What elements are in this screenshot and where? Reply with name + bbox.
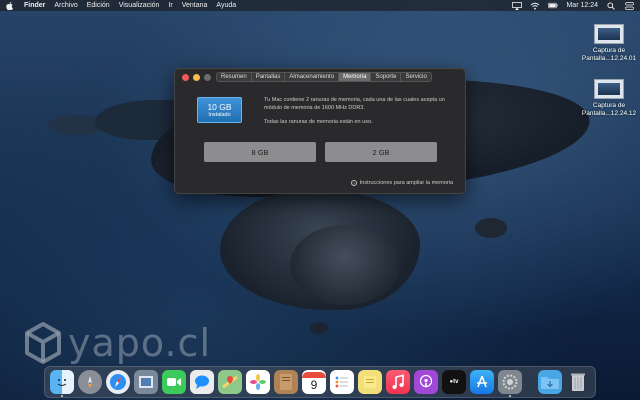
- zoom-window-button[interactable]: [204, 73, 211, 81]
- tab-bar: Resumen Pantallas Almacenamiento Memoria…: [216, 72, 432, 82]
- installed-memory-badge: 10 GB Instalado: [197, 97, 242, 123]
- safari-icon[interactable]: [106, 370, 130, 394]
- close-window-button[interactable]: [182, 73, 189, 81]
- calendar-icon[interactable]: 9: [302, 370, 326, 394]
- menu-archivo[interactable]: Archivo: [54, 2, 77, 9]
- help-icon: ?: [350, 180, 357, 186]
- control-center-icon[interactable]: [624, 1, 634, 10]
- airplay-icon[interactable]: [512, 1, 523, 10]
- system-preferences-icon[interactable]: [498, 370, 522, 397]
- menu-edicion[interactable]: Edición: [87, 2, 110, 9]
- tab-memoria[interactable]: Memoria: [339, 73, 372, 81]
- menu-clock[interactable]: Mar 12:24: [566, 2, 598, 9]
- apple-icon[interactable]: [6, 1, 14, 10]
- tab-servicio[interactable]: Servicio: [401, 73, 430, 81]
- memory-upgrade-link-label: Instrucciones para ampliar la memoria: [359, 180, 453, 186]
- tab-soporte[interactable]: Soporte: [371, 73, 402, 81]
- menu-bar: Finder Archivo Edición Visualización Ir …: [0, 0, 640, 11]
- launchpad-icon[interactable]: [78, 370, 102, 394]
- app-store-icon[interactable]: [470, 370, 494, 394]
- music-icon[interactable]: [386, 370, 410, 394]
- podcasts-icon[interactable]: [414, 370, 438, 394]
- desktop-screenshot-file[interactable]: Captura de Pantalla...12.24.01: [574, 24, 640, 63]
- yapo-cube-logo-icon: [25, 322, 61, 364]
- memory-slots-note: Todas las ranuras de memoria están en us…: [264, 119, 373, 125]
- about-this-mac-window: Resumen Pantallas Almacenamiento Memoria…: [174, 68, 466, 194]
- memory-status: Instalado: [208, 111, 231, 118]
- photos-icon[interactable]: [246, 370, 270, 394]
- calendar-day: 9: [310, 378, 318, 392]
- desktop-file-label: Captura de Pantalla...12.24.01: [581, 47, 637, 62]
- yapo-watermark: yapo.cl: [24, 322, 211, 364]
- tab-almacenamiento[interactable]: Almacenamiento: [285, 73, 340, 81]
- memory-upgrade-link[interactable]: ? Instrucciones para ampliar la memoria: [350, 180, 453, 186]
- wallpaper-peak: [290, 225, 400, 305]
- window-titlebar[interactable]: Resumen Pantallas Almacenamiento Memoria…: [175, 69, 465, 85]
- minimize-window-button[interactable]: [193, 73, 200, 81]
- reminders-icon[interactable]: [330, 370, 354, 394]
- trash-icon[interactable]: [566, 370, 590, 394]
- memory-total: 10 GB: [207, 101, 232, 112]
- search-icon[interactable]: [606, 1, 616, 10]
- finder-icon[interactable]: [50, 370, 74, 397]
- wallpaper-rock: [310, 322, 328, 334]
- desktop-file-label: Captura de Pantalla...12.24.12: [581, 102, 637, 117]
- screenshot-thumbnail-icon: [594, 24, 624, 44]
- maps-icon[interactable]: [218, 370, 242, 394]
- menu-visualizacion[interactable]: Visualización: [119, 2, 160, 9]
- notes-icon[interactable]: [274, 370, 298, 394]
- dock: 9 ●tv: [44, 366, 596, 398]
- downloads-folder-icon[interactable]: [538, 370, 562, 394]
- wallpaper-rock: [475, 218, 507, 238]
- tab-pantallas[interactable]: Pantallas: [252, 73, 286, 81]
- memory-description: Tu Mac contiene 2 ranuras de memoria, ca…: [264, 97, 445, 111]
- tv-icon[interactable]: ●tv: [442, 370, 466, 394]
- memory-slot-1: 8 GB: [204, 142, 316, 162]
- screenshot-thumbnail-icon: [594, 79, 624, 99]
- menu-ventana[interactable]: Ventana: [182, 2, 208, 9]
- tab-resumen[interactable]: Resumen: [217, 73, 252, 81]
- messages-icon[interactable]: [190, 370, 214, 394]
- menu-ayuda[interactable]: Ayuda: [216, 2, 236, 9]
- menu-finder[interactable]: Finder: [24, 2, 45, 9]
- wifi-icon[interactable]: [530, 2, 540, 10]
- desktop-screenshot-file[interactable]: Captura de Pantalla...12.24.12: [574, 79, 640, 118]
- memory-slot-2: 2 GB: [325, 142, 437, 162]
- preview-icon[interactable]: [134, 370, 158, 394]
- watermark-text: yapo.cl: [68, 321, 212, 365]
- stickies-icon[interactable]: [358, 370, 382, 394]
- facetime-icon[interactable]: [162, 370, 186, 394]
- menu-ir[interactable]: Ir: [168, 2, 172, 9]
- battery-icon[interactable]: [548, 2, 559, 10]
